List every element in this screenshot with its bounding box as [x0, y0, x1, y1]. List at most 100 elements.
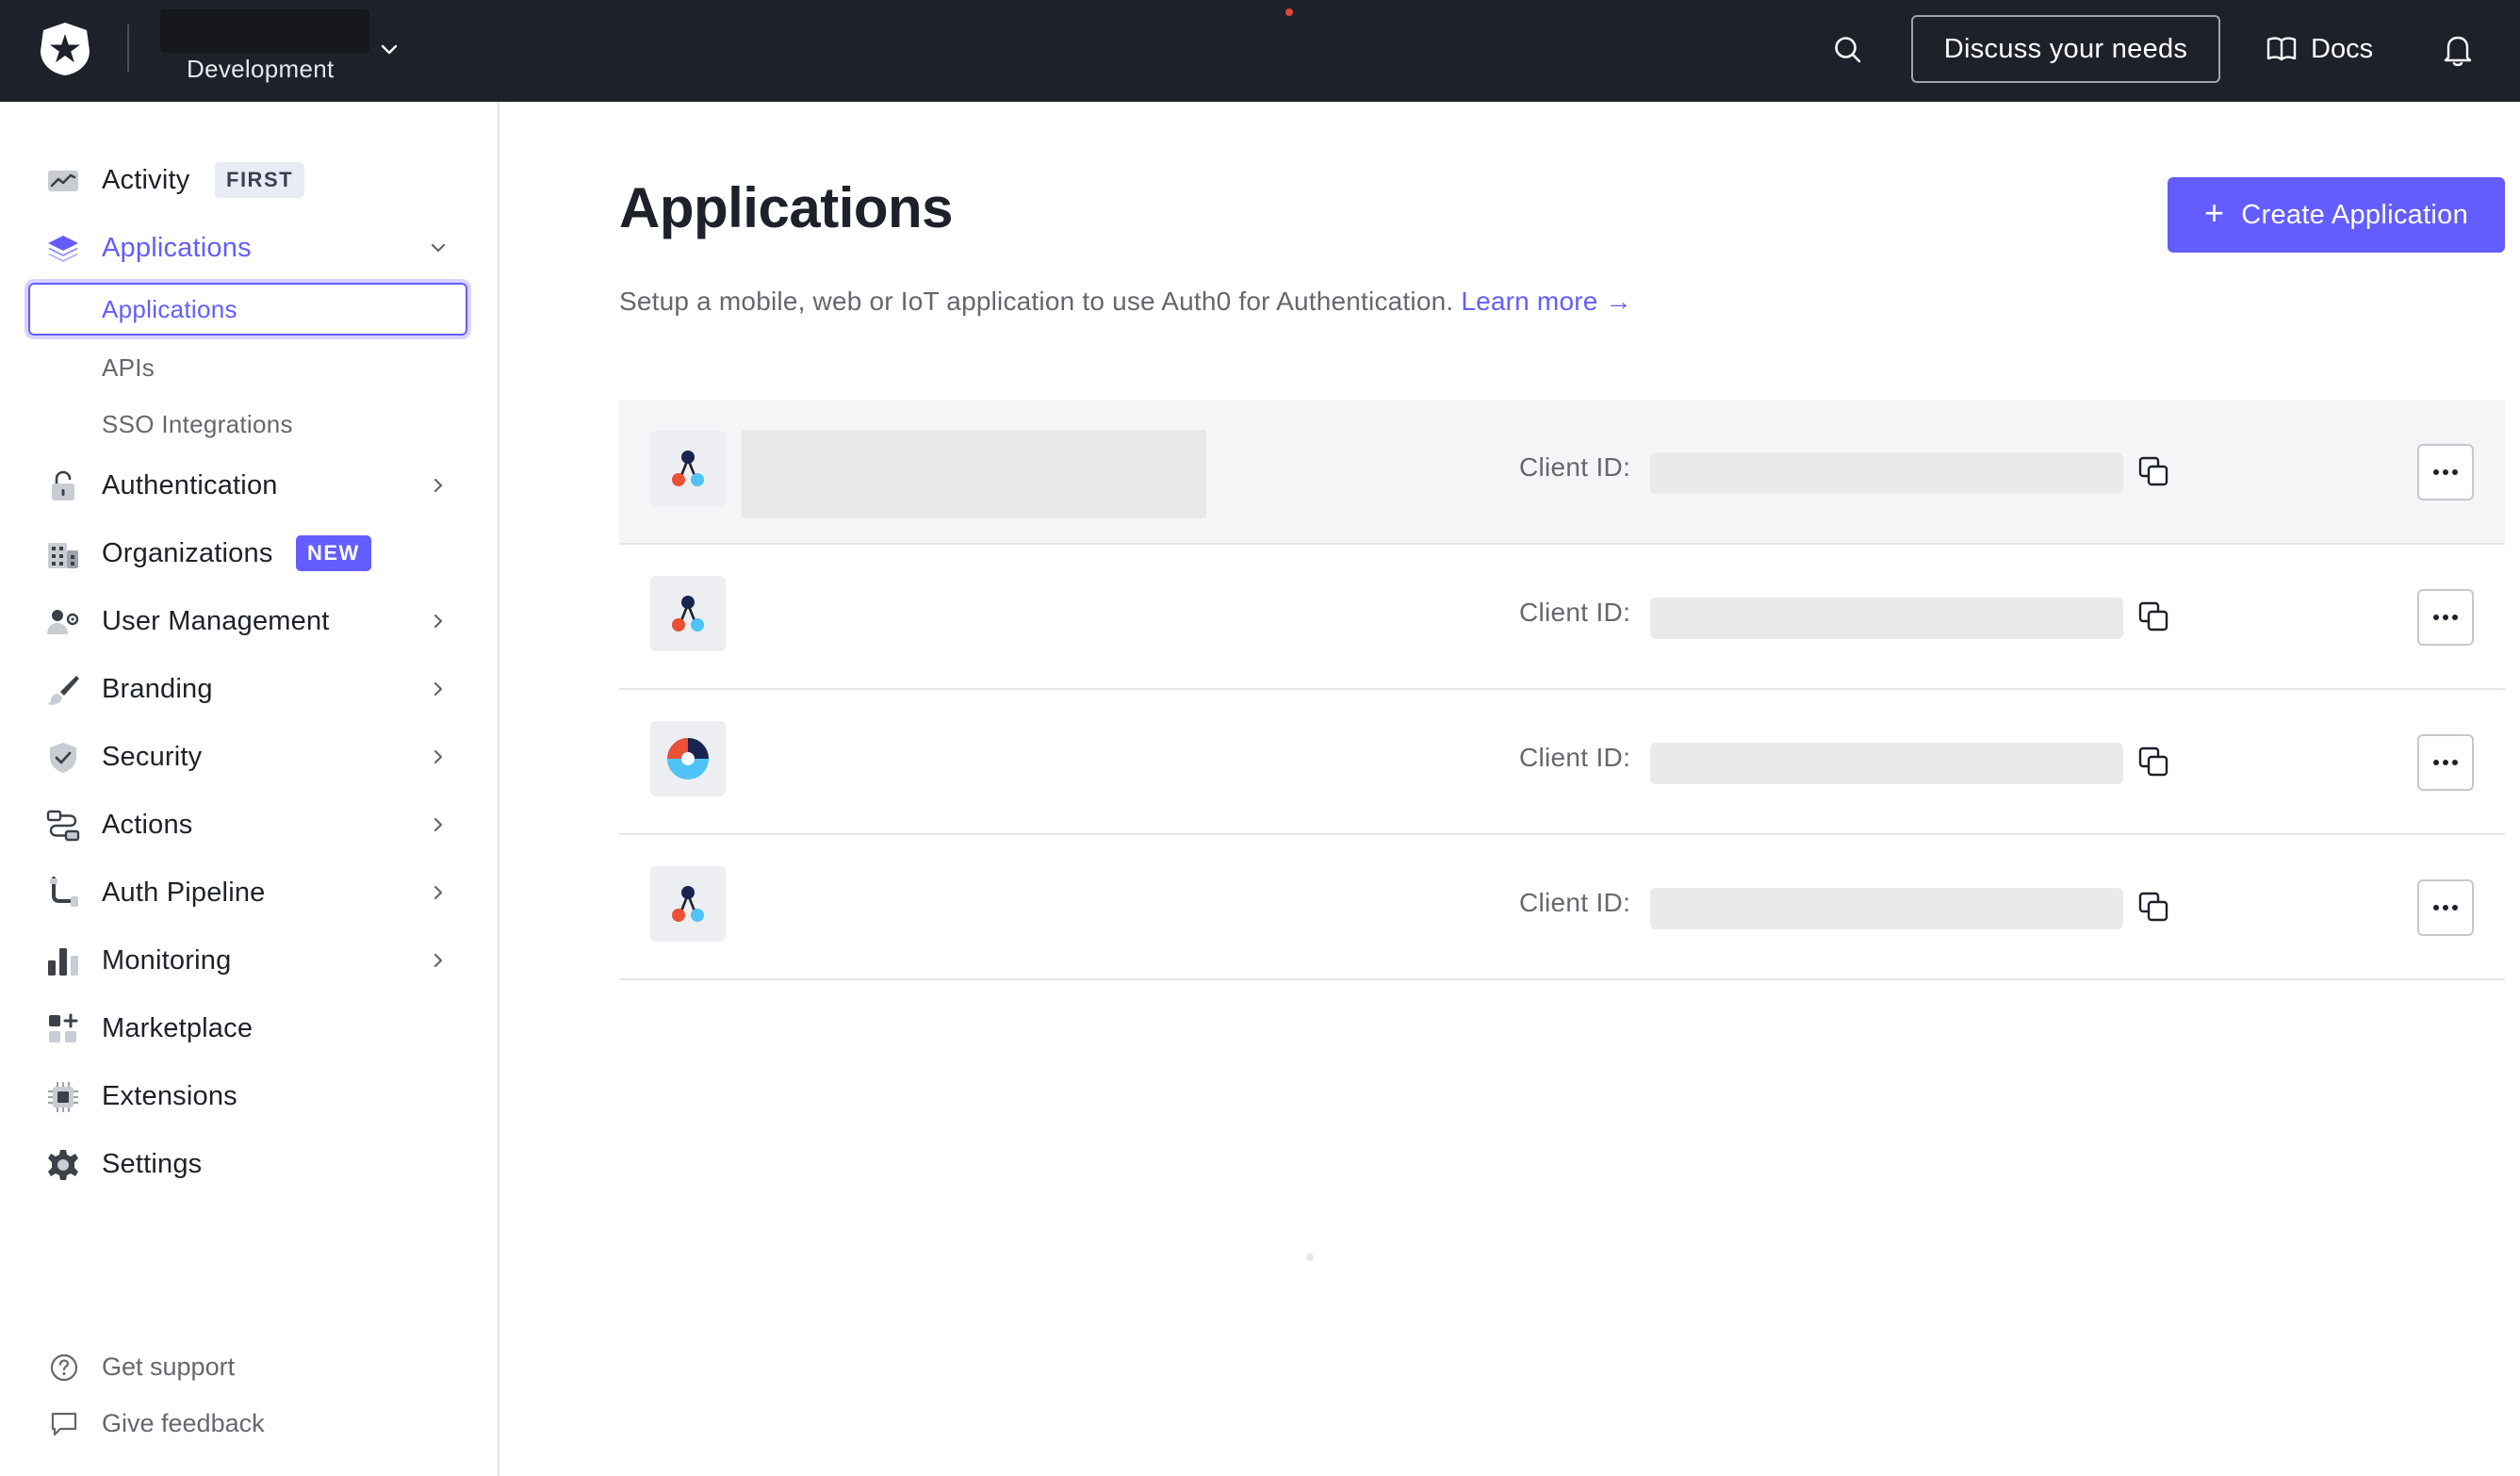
sidebar-subitem-label: SSO Integrations	[102, 409, 293, 438]
more-options-button[interactable]	[2417, 879, 2474, 936]
sidebar-subitem-applications[interactable]: Applications	[25, 279, 471, 339]
book-icon	[2266, 37, 2297, 61]
chevron-right-icon	[434, 478, 443, 493]
notification-dot	[1285, 8, 1293, 16]
chevron-right-icon	[434, 614, 443, 629]
chevron-right-icon	[434, 681, 443, 697]
new-badge: NEW	[296, 535, 371, 571]
sidebar-item-label: Security	[102, 741, 203, 772]
applications-list: Client ID: Client ID: Client ID: Client …	[619, 400, 2505, 980]
application-row[interactable]: Client ID:	[619, 690, 2505, 835]
sidebar-item-label: Applications	[102, 232, 252, 263]
client-id-label: Client ID:	[1519, 888, 1631, 917]
plus-icon: +	[2203, 193, 2225, 232]
gear-icon	[48, 1150, 78, 1180]
more-options-button[interactable]	[2417, 444, 2474, 500]
discuss-your-needs-button[interactable]: Discuss your needs	[1911, 15, 2220, 83]
copy-icon[interactable]	[2136, 745, 2170, 779]
sidebar-item-label: User Management	[102, 605, 330, 636]
chevron-right-icon	[434, 953, 443, 968]
sidebar-item-branding[interactable]: Branding	[0, 661, 481, 717]
auth0-logo-icon[interactable]	[38, 21, 92, 77]
application-row[interactable]: Client ID:	[619, 400, 2505, 545]
grid-plus-icon	[49, 1013, 78, 1042]
chip-icon	[48, 1082, 78, 1112]
learn-more-link[interactable]: Learn more →	[1461, 287, 1631, 316]
page-subtitle: Setup a mobile, web or IoT application t…	[619, 287, 1632, 317]
give-feedback-label: Give feedback	[102, 1408, 265, 1437]
sidebar-item-settings[interactable]: Settings	[0, 1136, 481, 1192]
application-row[interactable]: Client ID:	[619, 545, 2505, 690]
building-icon	[48, 543, 78, 568]
create-application-button[interactable]: + Create Application	[2168, 177, 2505, 253]
more-horizontal-icon	[2433, 615, 2458, 620]
chevron-right-icon	[434, 885, 443, 900]
sidebar-item-marketplace[interactable]: Marketplace	[0, 1000, 481, 1057]
chevron-down-icon[interactable]	[375, 36, 403, 64]
generic-app-icon	[672, 596, 704, 631]
sidebar-item-security[interactable]: Security	[0, 729, 481, 785]
sidebar-item-label: Authentication	[102, 469, 278, 500]
bar-chart-icon	[48, 948, 78, 976]
app-avatar	[650, 576, 726, 651]
docs-link[interactable]: Docs	[2266, 28, 2373, 70]
sidebar-item-applications[interactable]: Applications	[0, 220, 481, 276]
sidebar-item-label: Organizations	[102, 537, 273, 568]
give-feedback-link[interactable]: Give feedback	[0, 1400, 481, 1447]
sidebar-item-label: Branding	[102, 673, 213, 704]
page-title: Applications	[619, 176, 954, 239]
sidebar-item-label: Extensions	[102, 1080, 237, 1111]
more-horizontal-icon	[2433, 469, 2458, 475]
copy-icon[interactable]	[2136, 454, 2170, 488]
sidebar-item-label: Actions	[102, 809, 193, 840]
search-icon[interactable]	[1830, 32, 1866, 68]
client-id-value-redacted	[1650, 452, 2123, 494]
sidebar-item-label: Auth Pipeline	[102, 877, 266, 908]
bell-icon[interactable]	[2441, 32, 2475, 68]
sidebar-item-extensions[interactable]: Extensions	[0, 1068, 481, 1124]
create-application-label: Create Application	[2241, 199, 2469, 230]
help-circle-icon	[50, 1353, 78, 1382]
app-name-redacted[interactable]	[742, 430, 1206, 518]
more-horizontal-icon	[2433, 760, 2458, 765]
generic-app-icon	[672, 886, 704, 922]
decorative-dot	[1306, 1254, 1314, 1261]
sidebar-subitem-sso-integrations[interactable]: SSO Integrations	[25, 394, 471, 454]
app-avatar	[650, 721, 726, 796]
client-id-value-redacted	[1650, 888, 2123, 929]
sidebar-item-actions[interactable]: Actions	[0, 796, 481, 853]
client-id-label: Client ID:	[1519, 598, 1631, 627]
sidebar-item-auth-pipeline[interactable]: Auth Pipeline	[0, 864, 481, 921]
app-avatar	[650, 431, 726, 506]
more-options-button[interactable]	[2417, 734, 2474, 791]
more-options-button[interactable]	[2417, 589, 2474, 646]
copy-icon[interactable]	[2136, 599, 2170, 633]
sidebar-subitem-apis[interactable]: APIs	[25, 337, 471, 398]
tenant-environment-label[interactable]: Development	[187, 55, 335, 84]
layers-icon	[48, 236, 78, 262]
tenant-name-redacted[interactable]	[160, 9, 369, 53]
sidebar-item-authentication[interactable]: Authentication	[0, 457, 481, 514]
docs-label: Docs	[2311, 33, 2374, 64]
generic-app-icon	[672, 451, 704, 486]
client-id-value-redacted	[1650, 598, 2123, 639]
application-row[interactable]: Client ID:	[619, 835, 2505, 980]
copy-icon[interactable]	[2136, 890, 2170, 924]
sidebar: Activity FIRST Applications Applications…	[0, 102, 499, 1476]
sidebar-item-organizations[interactable]: Organizations NEW	[0, 525, 481, 582]
sidebar-subitem-label: APIs	[102, 353, 155, 382]
sidebar-item-user-management[interactable]: User Management	[0, 593, 481, 649]
get-support-link[interactable]: Get support	[0, 1343, 481, 1390]
more-horizontal-icon	[2433, 905, 2458, 910]
client-id-label: Client ID:	[1519, 452, 1631, 482]
sidebar-item-monitoring[interactable]: Monitoring	[0, 932, 481, 989]
sidebar-item-activity[interactable]: Activity FIRST	[0, 152, 481, 208]
activity-chart-icon	[48, 171, 78, 191]
get-support-label: Get support	[102, 1352, 236, 1381]
shield-check-icon	[50, 743, 76, 773]
topbar-divider	[127, 25, 129, 72]
first-badge: FIRST	[215, 162, 305, 198]
client-id-label: Client ID:	[1519, 743, 1631, 772]
sidebar-item-label: Monitoring	[102, 944, 232, 976]
chat-bubble-icon	[51, 1412, 77, 1436]
